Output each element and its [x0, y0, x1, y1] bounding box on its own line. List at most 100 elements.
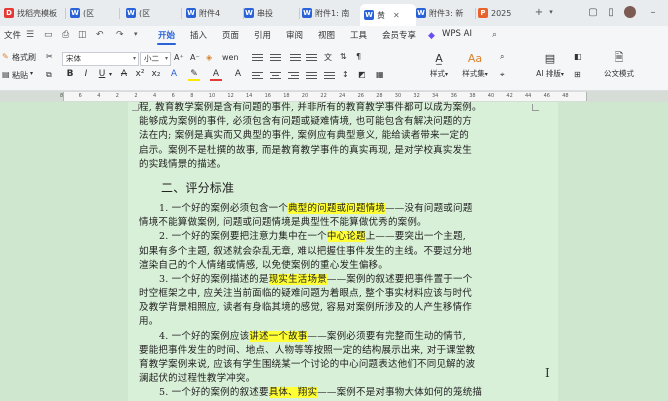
- text-cursor-icon: I: [545, 366, 550, 380]
- show-marks-icon[interactable]: ¶: [356, 52, 361, 61]
- tab-label: (区: [83, 8, 95, 18]
- outdent-icon[interactable]: [290, 54, 301, 63]
- ruler-tick: 30: [394, 93, 402, 99]
- char-shading-icon[interactable]: A: [232, 69, 244, 79]
- ruler-tick: 34: [432, 93, 439, 99]
- tab-8[interactable]: P 2025: [478, 3, 526, 23]
- text-run: 4. 一个好的案例应该: [159, 330, 250, 342]
- chevron-down-icon[interactable]: ▾: [30, 70, 33, 77]
- justify-icon[interactable]: [306, 72, 317, 81]
- highlighted-text: 讲述一个故事: [249, 330, 308, 342]
- folder-icon[interactable]: ▭: [44, 30, 53, 40]
- text-line: 育教学案例来说, 应该有学生围绕某一个讨论的中心问题表达他们不同见解的波: [139, 359, 476, 370]
- tablet-icon[interactable]: ▯: [604, 5, 618, 19]
- indent-icon[interactable]: [306, 54, 317, 63]
- number-list-icon[interactable]: [270, 54, 281, 63]
- font-size-select[interactable]: 小二 ▾: [140, 52, 171, 66]
- tab-2[interactable]: W (区: [126, 3, 178, 23]
- strikethrough-icon[interactable]: A: [118, 69, 130, 79]
- tab-6-active[interactable]: W 黄 ✕: [360, 4, 416, 26]
- redo-icon[interactable]: ↷: [116, 30, 124, 40]
- close-icon[interactable]: ✕: [393, 11, 400, 20]
- line-spacing-icon[interactable]: ↕: [342, 70, 349, 79]
- ruler-tick: 8: [190, 93, 194, 99]
- sort-icon[interactable]: ⇅: [340, 52, 347, 61]
- highlight-icon[interactable]: ✎: [188, 69, 200, 81]
- chevron-down-icon[interactable]: ▾: [134, 30, 138, 38]
- font-size-value: 小二: [144, 54, 159, 63]
- paste-icon: ▤: [2, 70, 10, 79]
- tab-1[interactable]: W (区: [70, 3, 116, 23]
- find-icon[interactable]: ⌕: [500, 52, 504, 62]
- ruler-tick: 42: [506, 93, 513, 99]
- font-color-icon[interactable]: A: [210, 69, 222, 81]
- search-icon[interactable]: ⌕: [492, 30, 497, 40]
- phonetic-icon[interactable]: wen: [222, 53, 239, 62]
- styles-button[interactable]: A̲ 样式▾: [424, 50, 454, 79]
- ruler-tick: 8: [60, 93, 64, 99]
- align-right-icon[interactable]: [288, 72, 299, 81]
- border-icon[interactable]: ▦: [376, 70, 384, 79]
- menu-member[interactable]: 会员专享: [382, 29, 416, 41]
- tab-label: 找稻壳模板: [17, 8, 57, 18]
- style-set-button[interactable]: Aa 样式集▾: [458, 50, 492, 79]
- undo-icon[interactable]: ↶: [96, 30, 104, 40]
- minimize-icon[interactable]: –: [646, 5, 660, 19]
- clear-format-icon[interactable]: ◈: [206, 53, 212, 62]
- italic-icon[interactable]: I: [80, 69, 92, 79]
- hamburger-icon[interactable]: ☰: [26, 30, 34, 40]
- tab-0[interactable]: D 找稻壳模板: [4, 3, 62, 23]
- select-icon[interactable]: ⌖: [500, 70, 505, 80]
- bullet-list-icon[interactable]: [252, 54, 263, 63]
- align-center-icon[interactable]: [270, 72, 281, 81]
- menu-review[interactable]: 审阅: [286, 29, 303, 41]
- paste-button[interactable]: 粘贴: [12, 70, 28, 81]
- tab-7[interactable]: W 附件3: 新: [416, 3, 472, 23]
- menu-view[interactable]: 视图: [318, 29, 335, 41]
- text-line: 要能把事件发生的时间、地点、人物等等按照一定的结构展示出来, 对于课堂教: [139, 344, 476, 356]
- ppt-icon: P: [478, 8, 488, 18]
- text-line: 及教学背景相照应, 读者有身临其境的感觉, 容易对案例所涉及的人产生移情作: [139, 302, 472, 314]
- menu-insert[interactable]: 插入: [190, 29, 207, 41]
- sidebar-icon[interactable]: ◧: [574, 52, 582, 61]
- paragraph-1: 1. 一个好的案例必须包含一个典型的问题或问题情境——没有问题或问题: [139, 202, 529, 216]
- document-text[interactable]: 程, 教育教学案例是含有问题的事件, 并非所有的教育教学事件都可以成为案例。 能…: [139, 102, 529, 401]
- copy-icon[interactable]: ⧉: [46, 70, 52, 80]
- format-painter-icon: ✎: [2, 52, 9, 61]
- underline-icon[interactable]: U: [96, 69, 108, 79]
- cut-icon[interactable]: ✂: [46, 52, 53, 61]
- superscript-icon[interactable]: x²: [134, 69, 146, 79]
- grow-font-icon[interactable]: A⁺: [174, 53, 184, 62]
- menu-wps-ai[interactable]: WPS AI: [442, 29, 472, 39]
- chevron-down-icon[interactable]: ▾: [544, 5, 558, 19]
- shrink-font-icon[interactable]: A⁻: [190, 53, 200, 62]
- avatar[interactable]: [624, 6, 636, 18]
- window-layout-icon[interactable]: ▢: [586, 5, 600, 19]
- wps-ai-icon: ◆: [428, 31, 435, 41]
- subscript-icon[interactable]: x₂: [150, 69, 162, 79]
- chinese-layout-icon[interactable]: 文: [324, 52, 332, 63]
- menu-file[interactable]: 文件: [4, 29, 21, 41]
- ai-format-button[interactable]: ▤ AI 排版▾: [532, 50, 568, 79]
- distribute-icon[interactable]: [324, 72, 335, 81]
- shading-icon[interactable]: ◩: [358, 70, 366, 79]
- menu-start[interactable]: 开始: [156, 29, 177, 45]
- official-doc-button[interactable]: 🗎 公文模式: [598, 50, 640, 79]
- print-icon[interactable]: ⎙: [62, 30, 69, 40]
- format-painter-button[interactable]: 格式刷: [12, 52, 36, 63]
- ruler-tick: 12: [227, 93, 234, 99]
- font-name-select[interactable]: 宋体 ▾: [62, 52, 139, 66]
- text-effect-icon[interactable]: A: [168, 69, 180, 79]
- align-left-icon[interactable]: [252, 72, 263, 81]
- tab-3[interactable]: W 附件4: [186, 3, 240, 23]
- tab-4[interactable]: W 串投: [244, 3, 296, 23]
- tab-label: (区: [139, 8, 151, 18]
- bold-icon[interactable]: B: [64, 69, 76, 79]
- menu-page[interactable]: 页面: [222, 29, 239, 41]
- preview-icon[interactable]: ◫: [78, 30, 87, 40]
- menu-reference[interactable]: 引用: [254, 29, 271, 41]
- menu-tools[interactable]: 工具: [350, 29, 367, 41]
- ai-assistant-icon[interactable]: ⊞: [574, 70, 581, 79]
- tab-5[interactable]: W 附件1: 南: [302, 3, 360, 23]
- chevron-down-icon[interactable]: ▾: [109, 71, 112, 78]
